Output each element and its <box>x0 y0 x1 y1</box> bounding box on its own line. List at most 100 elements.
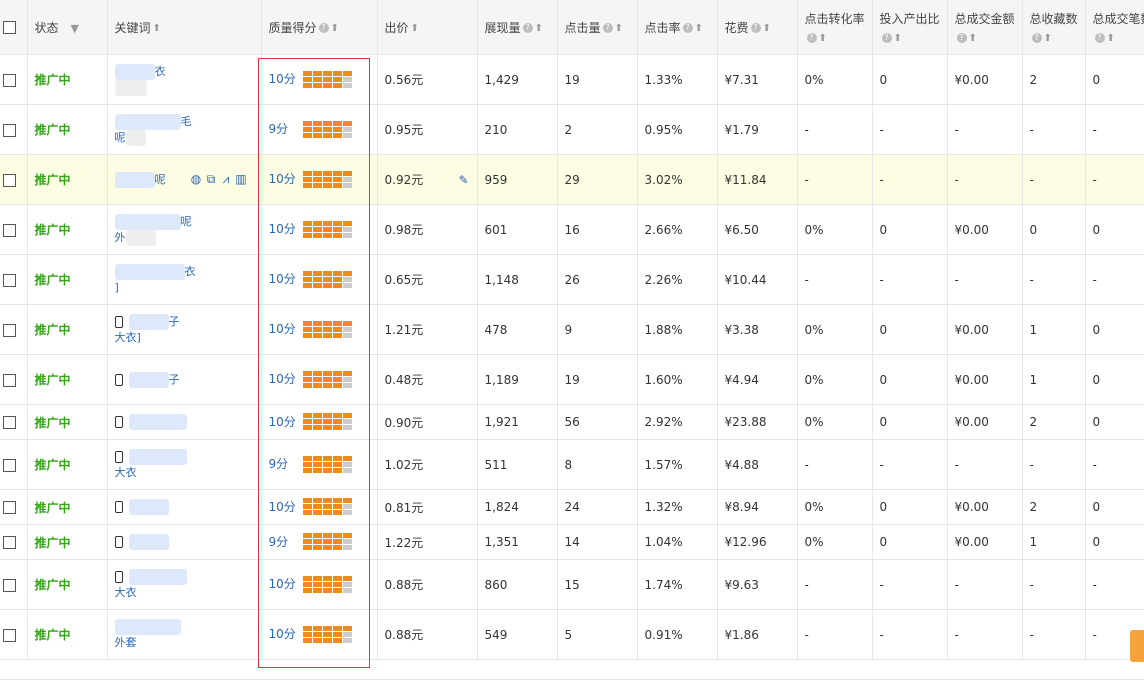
sort-up-icon[interactable]: ⬆ <box>411 23 419 34</box>
quality-score-cell[interactable]: 10分 <box>261 54 378 105</box>
sort-up-icon[interactable]: ⬆ <box>331 23 339 34</box>
keyword-cell[interactable]: 衣 <box>107 54 262 105</box>
triangle-down-icon[interactable]: ▼ <box>71 22 79 35</box>
quality-score-value[interactable]: 10分 <box>269 220 299 237</box>
sort-up-icon[interactable]: ⬆ <box>153 23 161 34</box>
quality-score-value[interactable]: 10分 <box>269 320 299 337</box>
sort-up-icon[interactable]: ⬆ <box>894 33 902 44</box>
keyword-cell[interactable] <box>107 404 262 440</box>
status-column-header[interactable]: 状态 ▼ <box>27 0 108 55</box>
copy-icon[interactable]: ⧉ <box>205 173 218 186</box>
row-checkbox[interactable] <box>0 609 28 660</box>
bid-cell[interactable]: 0.95元 <box>377 104 478 155</box>
keyword-link[interactable]: 毛呢 <box>114 113 254 146</box>
question-circle-icon[interactable]: ? <box>682 23 693 33</box>
question-circle-icon[interactable]: ? <box>881 33 892 43</box>
bid-cell[interactable]: 0.98元 <box>377 204 478 255</box>
keyword-cell[interactable]: 毛呢 <box>107 104 262 155</box>
keyword-cell[interactable]: 大衣 <box>107 439 262 490</box>
favorites-column-header[interactable]: 总收藏数? ⬆ <box>1022 0 1086 55</box>
question-circle-icon[interactable]: ? <box>956 33 967 43</box>
keyword-cell[interactable] <box>107 489 262 525</box>
clicks-column-header[interactable]: 点击量? ⬆ <box>557 0 638 55</box>
sort-up-icon[interactable]: ⬆ <box>969 33 977 44</box>
question-circle-icon[interactable]: ? <box>522 23 533 33</box>
bid-cell[interactable]: 1.02元 <box>377 439 478 490</box>
trash-icon[interactable]: ▥ <box>235 173 248 186</box>
quality-score-cell[interactable]: 10分 <box>261 404 378 440</box>
bid-cell[interactable]: 0.56元 <box>377 54 478 105</box>
quality-score-value[interactable]: 9分 <box>269 455 299 472</box>
sort-up-icon[interactable]: ⬆ <box>615 23 623 34</box>
row-checkbox[interactable] <box>0 354 28 405</box>
quality-score-value[interactable]: 10分 <box>269 413 299 430</box>
keyword-link[interactable] <box>114 414 254 430</box>
quality-score-value[interactable]: 9分 <box>269 120 299 137</box>
keyword-link[interactable] <box>114 499 254 515</box>
keyword-link[interactable]: 衣] <box>114 263 254 296</box>
keyword-link[interactable]: 大衣 <box>114 448 254 481</box>
quality-score-value[interactable]: 10分 <box>269 70 299 87</box>
row-checkbox[interactable] <box>0 439 28 490</box>
quality-score-cell[interactable]: 9分 <box>261 524 378 560</box>
row-checkbox[interactable] <box>0 54 28 105</box>
keyword-link[interactable]: 呢外 <box>114 213 254 246</box>
side-float-tab[interactable] <box>1130 630 1144 662</box>
sort-up-icon[interactable]: ⬆ <box>535 23 543 34</box>
question-circle-icon[interactable]: ? <box>318 23 329 33</box>
quality-score-cell[interactable]: 10分 <box>261 154 378 205</box>
bid-cell[interactable]: 1.21元 <box>377 304 478 355</box>
quality-score-cell[interactable]: 10分 <box>261 304 378 355</box>
sort-up-icon[interactable]: ⬆ <box>695 23 703 34</box>
bid-cell[interactable]: 0.88元 <box>377 609 478 660</box>
row-checkbox[interactable] <box>0 204 28 255</box>
globe-icon[interactable]: ◍ <box>190 173 203 186</box>
question-circle-icon[interactable]: ? <box>806 33 817 43</box>
quality-score-cell[interactable]: 10分 <box>261 559 378 610</box>
question-circle-icon[interactable]: ? <box>1094 33 1105 43</box>
keyword-link[interactable]: 子 <box>114 371 254 388</box>
row-checkbox[interactable] <box>0 254 28 305</box>
question-circle-icon[interactable]: ? <box>750 23 761 33</box>
bid-cell[interactable]: 0.48元 <box>377 354 478 405</box>
bid-cell[interactable]: 0.65元 <box>377 254 478 305</box>
orders-column-header[interactable]: 总成交笔数?⬆ <box>1085 0 1144 55</box>
bid-cell[interactable]: 0.88元 <box>377 559 478 610</box>
quality-score-cell[interactable]: 10分 <box>261 609 378 660</box>
row-checkbox[interactable] <box>0 524 28 560</box>
quality-score-value[interactable]: 10分 <box>269 575 299 592</box>
quality-score-value[interactable]: 10分 <box>269 370 299 387</box>
quality-score-cell[interactable]: 10分 <box>261 489 378 525</box>
bid-cell[interactable]: 1.22元 <box>377 524 478 560</box>
quality-score-cell[interactable]: 10分 <box>261 204 378 255</box>
keyword-link[interactable]: 大衣 <box>114 568 254 601</box>
keyword-link[interactable]: 衣 <box>114 63 254 96</box>
gmv-column-header[interactable]: 总成交金额? ⬆ <box>947 0 1023 55</box>
sort-up-icon[interactable]: ⬆ <box>1107 33 1115 44</box>
row-checkbox[interactable] <box>0 489 28 525</box>
row-checkbox[interactable] <box>0 154 28 205</box>
quality-score-value[interactable]: 9分 <box>269 533 299 550</box>
keyword-link[interactable]: 呢 ◍ ⧉ ⩘ ▥ <box>114 171 254 188</box>
quality-score-value[interactable]: 10分 <box>269 270 299 287</box>
quality-score-cell[interactable]: 10分 <box>261 354 378 405</box>
sort-up-icon[interactable]: ⬆ <box>1044 33 1052 44</box>
bid-cell[interactable]: 0.90元 <box>377 404 478 440</box>
keyword-cell[interactable]: 子大衣] <box>107 304 262 355</box>
row-checkbox[interactable] <box>0 559 28 610</box>
row-checkbox[interactable] <box>0 104 28 155</box>
quality-score-cell[interactable]: 10分 <box>261 254 378 305</box>
keyword-cell[interactable]: 外套 <box>107 609 262 660</box>
pencil-icon[interactable]: ✎ <box>459 174 471 186</box>
sort-up-icon[interactable]: ⬆ <box>763 23 771 34</box>
keyword-cell[interactable]: 呢 ◍ ⧉ ⩘ ▥ <box>107 154 262 205</box>
quality-score-value[interactable]: 10分 <box>269 625 299 642</box>
trend-chart-icon[interactable]: ⩘ <box>220 173 233 186</box>
quality-score-cell[interactable]: 9分 <box>261 104 378 155</box>
keyword-link[interactable]: 子大衣] <box>114 313 254 346</box>
bid-column-header[interactable]: 出价 ⬆ <box>377 0 478 55</box>
question-circle-icon[interactable]: ? <box>1031 33 1042 43</box>
select-all-checkbox[interactable] <box>0 0 28 55</box>
bid-cell[interactable]: 0.92元 ✎ <box>377 154 478 205</box>
ctr-column-header[interactable]: 点击率? ⬆ <box>637 0 718 55</box>
